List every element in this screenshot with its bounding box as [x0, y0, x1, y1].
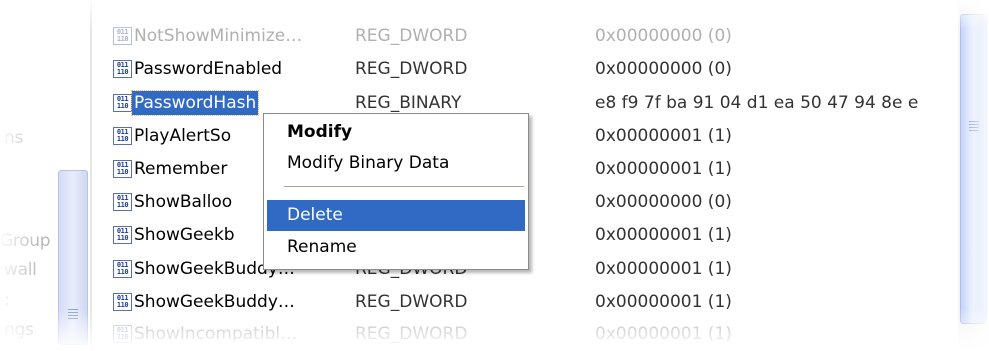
value-data: 0x00000001 (1) [595, 126, 732, 146]
value-name[interactable]: PlayAlertSo [132, 124, 233, 148]
context-menu: Modify Modify Binary Data Delete Rename [263, 113, 529, 270]
tree-item-label[interactable]: ngs [4, 320, 34, 340]
value-name[interactable]: PasswordEnabled [132, 57, 284, 81]
table-row[interactable]: 011 110 ShowIncompatibl… REG_DWORD 0x000000… [92, 318, 962, 351]
menu-separator [284, 186, 524, 187]
value-name[interactable]: ShowGeekBuddy… [132, 290, 297, 314]
value-type: REG_BINARY [355, 93, 462, 113]
tree-item-label[interactable]: wall [4, 260, 37, 280]
value-data: 0x00000000 (0) [595, 26, 732, 46]
value-name[interactable]: ShowGeekb [132, 223, 237, 247]
value-type: REG_DWORD [355, 26, 468, 46]
vertical-scrollbar[interactable] [958, 0, 989, 349]
registry-binary-value-icon: 011 110 [113, 60, 132, 78]
scrollbar-grip-icon [68, 309, 78, 319]
value-type: REG_DWORD [355, 324, 468, 344]
scrollbar-thumb[interactable] [960, 14, 987, 324]
registry-binary-value-icon: 011 110 [113, 226, 132, 244]
value-name[interactable]: ShowIncompatibl… [132, 322, 299, 346]
value-data: 0x00000001 (1) [595, 159, 732, 179]
menu-item-delete[interactable]: Delete [267, 200, 525, 231]
registry-binary-value-icon: 011 110 [113, 193, 132, 211]
value-data: 0x00000001 (1) [595, 324, 732, 344]
tree-item-label[interactable]: : [4, 290, 10, 310]
registry-binary-value-icon: 011 110 [113, 27, 132, 45]
menu-item-rename[interactable]: Rename [267, 232, 525, 263]
value-data: 0x00000001 (1) [595, 259, 732, 279]
value-data: e8 f9 7f ba 91 04 d1 ea 50 47 94 8e e [595, 93, 919, 113]
table-row[interactable]: 011 110ShowGeekBuddy… REG_DWORD 0x00000001… [92, 286, 962, 319]
registry-binary-value-icon: 011 110 [113, 293, 132, 311]
menu-item-modify-binary-data[interactable]: Modify Binary Data [267, 148, 525, 179]
value-name[interactable]: PasswordHash [130, 90, 260, 116]
value-data: 0x00000001 (1) [595, 225, 732, 245]
value-data: 0x00000000 (0) [595, 59, 732, 79]
value-type: REG_DWORD [355, 292, 468, 312]
table-row[interactable]: 011 110 PasswordEnabled REG_DWORD 0x0000000… [92, 53, 962, 86]
registry-binary-value-icon: 011 110 [113, 325, 132, 343]
tree-item-label[interactable]: Group [0, 231, 51, 251]
scrollbar-grip-icon [969, 121, 979, 131]
value-name[interactable]: Remember [132, 157, 229, 181]
value-data: 0x00000001 (1) [595, 292, 732, 312]
tree-item-label[interactable]: ns [4, 128, 23, 148]
value-name[interactable]: NotShowMinimize… [132, 24, 304, 48]
menu-item-modify[interactable]: Modify [267, 117, 525, 148]
registry-binary-value-icon: 011 110 [113, 127, 132, 145]
registry-binary-value-icon: 011 110 [113, 94, 132, 112]
tree-pane: ns Group wall : ngs [0, 0, 90, 349]
value-name[interactable]: ShowBalloo [132, 190, 234, 214]
value-type: REG_DWORD [355, 59, 468, 79]
registry-binary-value-icon: 011 110 [113, 160, 132, 178]
tree-scrollbar-thumb[interactable] [58, 170, 88, 345]
registry-binary-value-icon: 011 110 [113, 260, 132, 278]
value-data: 0x00000000 (0) [595, 192, 732, 212]
table-row[interactable]: 011 110 NotShowMinimize… REG_DWORD 0x000000… [92, 20, 962, 53]
